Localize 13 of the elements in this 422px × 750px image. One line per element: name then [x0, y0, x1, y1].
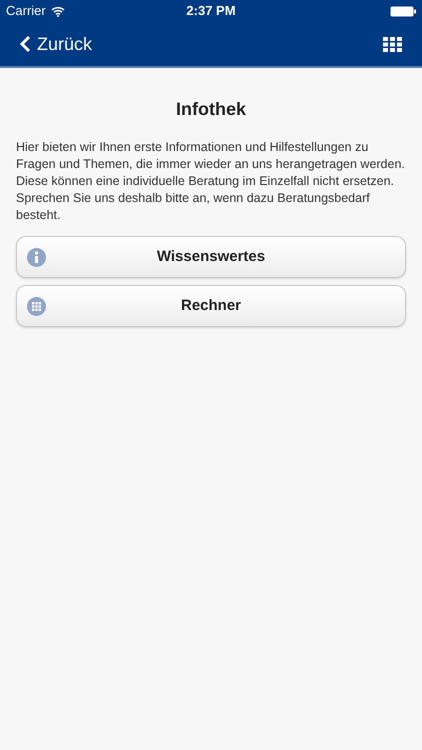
battery-icon — [390, 6, 416, 16]
menu-button[interactable]: Rechner — [16, 285, 406, 327]
back-button[interactable]: Zurück — [20, 30, 92, 58]
status-time: 2:37 PM — [186, 2, 236, 20]
intro-paragraph: Hier bieten wir Ihnen erste Informationen und Hilfestellungen zu Fragen und Themen, die immer wieder an uns herangetragen werden. Diese können eine individuelle Beratung im Einzelfall nicht ersetzen. Sprechen Sie uns deshalb bitte an, wenn dazu Beratungsbedarf besteht. — [16, 139, 406, 224]
wifi-icon — [50, 6, 65, 16]
info-icon — [27, 248, 46, 267]
carrier-label: Carrier — [6, 2, 46, 20]
calculator-icon — [27, 297, 46, 316]
chevron-left-icon — [20, 35, 31, 53]
grid-menu-icon[interactable] — [383, 36, 402, 52]
page-title: Infothek — [175, 98, 247, 121]
menu-button[interactable]: Wissenswertes — [16, 236, 406, 278]
